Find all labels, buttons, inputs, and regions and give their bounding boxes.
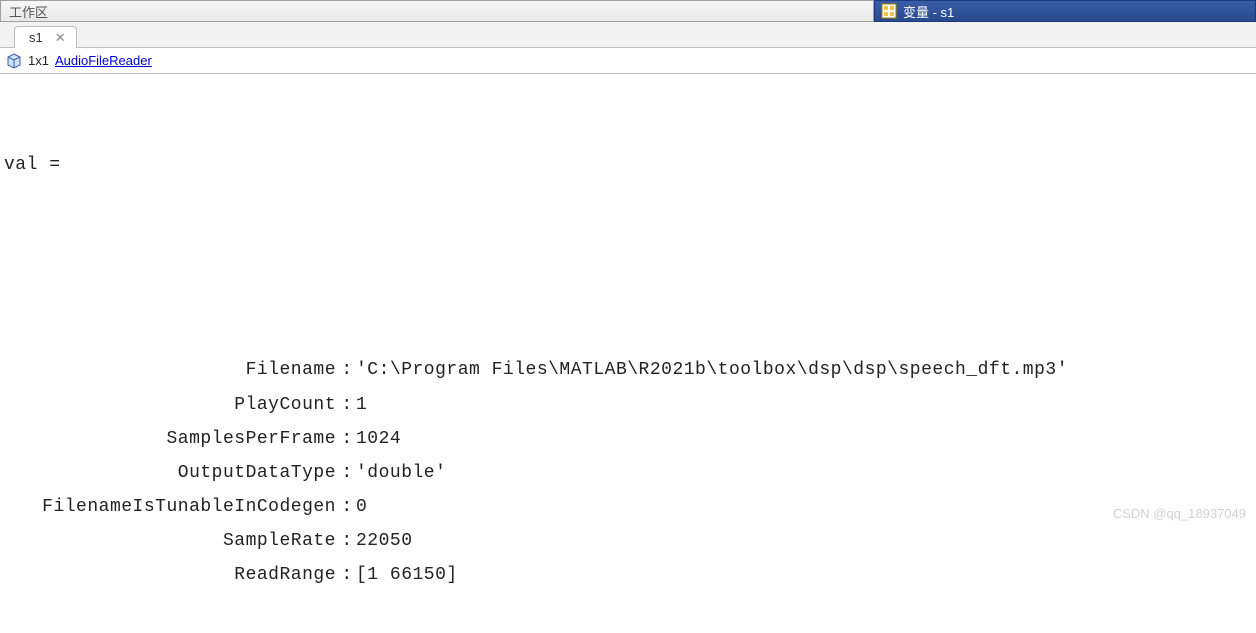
property-label: Filename <box>4 353 340 387</box>
variables-icon <box>881 3 897 19</box>
property-separator: : <box>340 353 354 387</box>
tab-s1[interactable]: s1 ✕ <box>14 26 77 48</box>
property-value: [1 66150] <box>354 558 1252 592</box>
panel-titlebar: 工作区 变量 - s1 <box>0 0 1256 22</box>
property-row: ReadRange:[1 66150] <box>4 558 1252 592</box>
property-label: OutputDataType <box>4 456 340 490</box>
variables-title-text: 变量 - s1 <box>903 2 954 21</box>
property-label: FilenameIsTunableInCodegen <box>4 490 340 524</box>
property-value: 'double' <box>354 456 1252 490</box>
property-value: 1 <box>354 388 1252 422</box>
property-row: OutputDataType:'double' <box>4 456 1252 490</box>
property-separator: : <box>340 456 354 490</box>
property-value: 'C:\Program Files\MATLAB\R2021b\toolbox\… <box>354 353 1252 387</box>
property-separator: : <box>340 388 354 422</box>
variables-panel-title[interactable]: 变量 - s1 <box>874 0 1256 22</box>
property-separator: : <box>340 558 354 592</box>
property-separator: : <box>340 490 354 524</box>
property-separator: : <box>340 524 354 558</box>
close-icon[interactable]: ✕ <box>53 31 68 44</box>
output-header: val = <box>4 148 1252 182</box>
property-label: SampleRate <box>4 524 340 558</box>
tab-bar: s1 ✕ <box>0 22 1256 48</box>
command-output: val = Filename:'C:\Program Files\MATLAB\… <box>0 74 1256 633</box>
property-row: FilenameIsTunableInCodegen:0 <box>4 490 1252 524</box>
property-value: 1024 <box>354 422 1252 456</box>
property-separator: : <box>340 422 354 456</box>
property-row: SampleRate:22050 <box>4 524 1252 558</box>
property-value: 22050 <box>354 524 1252 558</box>
watermark-text: CSDN @qq_18937049 <box>1113 506 1246 521</box>
workspace-panel-title[interactable]: 工作区 <box>0 0 874 22</box>
variable-dimensions: 1x1 <box>28 53 49 68</box>
variable-type-link[interactable]: AudioFileReader <box>55 53 152 68</box>
property-row: PlayCount:1 <box>4 388 1252 422</box>
property-row: SamplesPerFrame:1024 <box>4 422 1252 456</box>
tab-label: s1 <box>29 30 43 45</box>
property-label: SamplesPerFrame <box>4 422 340 456</box>
property-row: Filename:'C:\Program Files\MATLAB\R2021b… <box>4 353 1252 387</box>
object-cube-icon <box>6 53 22 69</box>
property-label: PlayCount <box>4 388 340 422</box>
variable-info-bar: 1x1 AudioFileReader <box>0 48 1256 74</box>
property-label: ReadRange <box>4 558 340 592</box>
workspace-title-text: 工作区 <box>9 2 48 21</box>
